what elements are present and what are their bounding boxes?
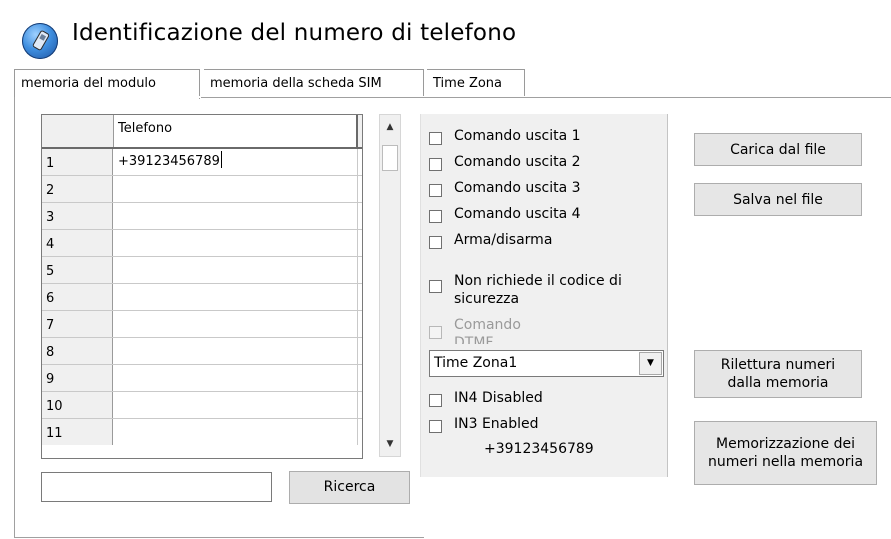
row-number: 2 (42, 176, 113, 202)
search-button[interactable]: Ricerca (289, 471, 410, 504)
phone-numbers-grid[interactable]: Telefono 1 +39123456789 2 3 4 5 6 7 8 9 … (41, 114, 363, 459)
phone-cell[interactable]: +39123456789 (114, 149, 358, 175)
tab-label: memoria del modulo (21, 76, 157, 91)
checkbox-arma-disarma[interactable] (429, 236, 442, 249)
checkbox-comando-uscita-4[interactable] (429, 210, 442, 223)
memorizzazione-numeri-button[interactable]: Memorizzazione dei numeri nella memoria (694, 421, 877, 485)
rilettura-numeri-button[interactable]: Rilettura numeri dalla memoria (694, 350, 862, 398)
label-comando-dtmf-clip: DTMF (454, 334, 514, 344)
row-number: 7 (42, 311, 113, 337)
button-label-line2: dalla memoria (727, 375, 829, 391)
scroll-up-icon[interactable]: ▲ (380, 117, 400, 137)
checkbox-comando-dtmf[interactable] (429, 326, 442, 339)
label-in4: IN4 Disabled (454, 390, 543, 406)
row-number: 3 (42, 203, 113, 229)
panel-divider (667, 114, 668, 477)
table-row[interactable]: 8 (42, 338, 362, 365)
table-row[interactable]: 1 +39123456789 (42, 149, 362, 176)
label-non-richiede-line2: sicurezza (454, 291, 520, 307)
button-label-line1: Memorizzazione dei (716, 436, 855, 452)
button-label: Carica dal file (730, 141, 826, 158)
row-number: 8 (42, 338, 113, 364)
phone-cell[interactable] (114, 311, 358, 337)
phone-cell[interactable] (114, 257, 358, 283)
phone-icon (22, 23, 58, 59)
tab-label: memoria della scheda SIM (210, 76, 382, 91)
tab-memoria-sim[interactable]: memoria della scheda SIM (204, 69, 424, 96)
label-comando-uscita-3: Comando uscita 3 (454, 180, 581, 196)
label-comando-dtmf-line2: DTMF (454, 335, 494, 344)
button-label-line1: Rilettura numeri (720, 357, 836, 373)
table-row[interactable]: 2 (42, 176, 362, 203)
table-row[interactable]: 5 (42, 257, 362, 284)
button-label: Salva nel file (733, 191, 823, 208)
phone-cell[interactable] (114, 230, 358, 256)
button-label-line2: numeri nella memoria (707, 454, 864, 470)
checkbox-comando-uscita-1[interactable] (429, 132, 442, 145)
checkbox-non-richiede-codice[interactable] (429, 280, 442, 293)
carica-dal-file-button[interactable]: Carica dal file (694, 133, 862, 166)
checkbox-in3[interactable] (429, 420, 442, 433)
label-comando-uscita-1: Comando uscita 1 (454, 128, 581, 144)
checkbox-comando-uscita-2[interactable] (429, 158, 442, 171)
grid-header-row: Telefono (42, 115, 362, 149)
table-row[interactable]: 10 (42, 392, 362, 419)
phone-value: +39123456789 (118, 154, 220, 169)
row-number: 6 (42, 284, 113, 310)
phone-cell[interactable] (114, 338, 358, 364)
scroll-thumb[interactable] (382, 145, 398, 171)
grid-corner-cell (42, 115, 114, 147)
selected-number-text: +39123456789 (484, 441, 594, 457)
search-input[interactable] (41, 472, 272, 502)
tab-memoria-modulo[interactable]: memoria del modulo (14, 69, 200, 99)
active-tab-gap (15, 96, 201, 98)
tab-label: Time Zona (433, 76, 503, 91)
tab-time-zona[interactable]: Time Zona (427, 69, 525, 96)
label-arma-disarma: Arma/disarma (454, 232, 553, 248)
label-comando-uscita-4: Comando uscita 4 (454, 206, 581, 222)
scroll-down-icon[interactable]: ▼ (380, 434, 400, 454)
table-row[interactable]: 11 (42, 419, 362, 445)
row-number: 4 (42, 230, 113, 256)
time-zone-value: Time Zona1 (434, 355, 518, 371)
label-comando-uscita-2: Comando uscita 2 (454, 154, 581, 170)
table-row[interactable]: 3 (42, 203, 362, 230)
grid-scrollbar[interactable]: ▲ ▼ (379, 114, 401, 457)
chevron-down-icon[interactable]: ▼ (639, 352, 662, 375)
checkbox-comando-uscita-3[interactable] (429, 184, 442, 197)
phone-cell[interactable] (114, 284, 358, 310)
column-header-telefono[interactable]: Telefono (114, 115, 358, 147)
row-number: 1 (42, 149, 113, 175)
row-number: 11 (42, 419, 113, 445)
label-in3: IN3 Enabled (454, 416, 539, 432)
phone-cell[interactable] (114, 419, 358, 445)
phone-cell[interactable] (114, 392, 358, 418)
table-row[interactable]: 4 (42, 230, 362, 257)
table-row[interactable]: 6 (42, 284, 362, 311)
page-title: Identificazione del numero di telefono (72, 20, 517, 46)
text-caret (220, 151, 222, 168)
phone-cell[interactable] (114, 203, 358, 229)
row-number: 5 (42, 257, 113, 283)
tab-panel-bottom-border (14, 537, 424, 538)
phone-cell[interactable] (114, 176, 358, 202)
row-number: 10 (42, 392, 113, 418)
label-comando-dtmf-line1: Comando (454, 317, 521, 333)
row-number: 9 (42, 365, 113, 391)
label-non-richiede-line1: Non richiede il codice di (454, 273, 622, 289)
table-row[interactable]: 7 (42, 311, 362, 338)
time-zone-select[interactable]: Time Zona1 ▼ (429, 350, 664, 377)
checkbox-in4[interactable] (429, 394, 442, 407)
table-row[interactable]: 9 (42, 365, 362, 392)
tab-panel-left-border (14, 97, 15, 538)
salva-nel-file-button[interactable]: Salva nel file (694, 183, 862, 216)
phone-cell[interactable] (114, 365, 358, 391)
